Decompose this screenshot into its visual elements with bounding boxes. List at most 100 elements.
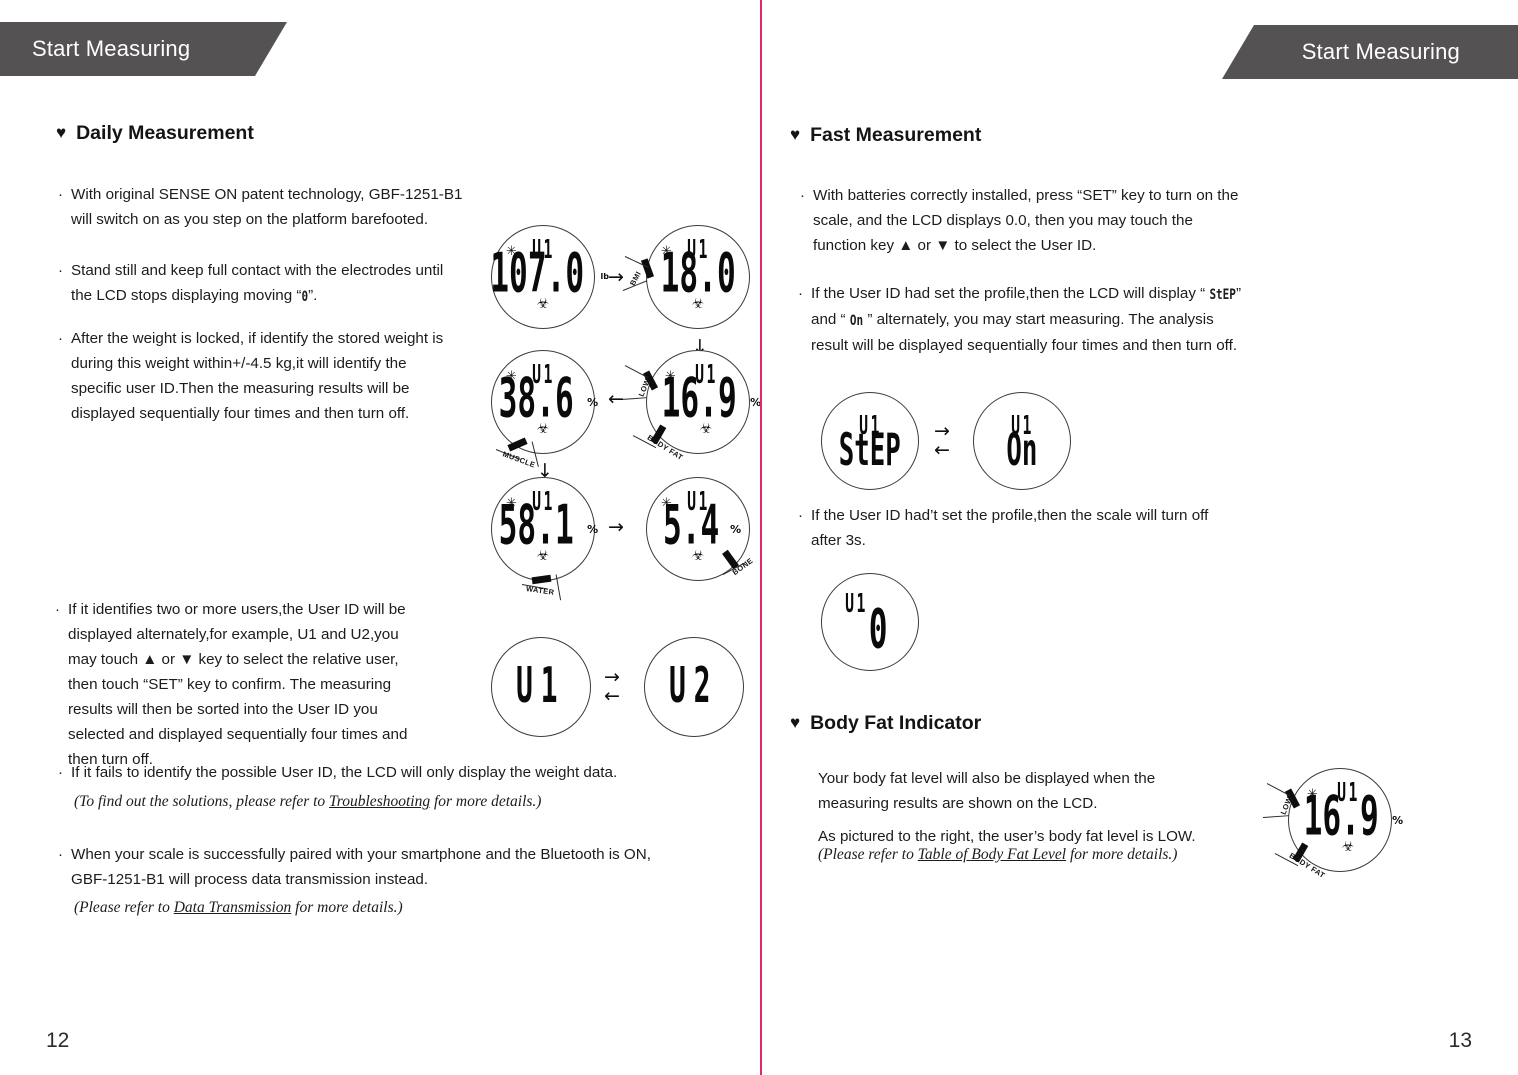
bullet-line: after 3s. <box>811 532 866 549</box>
bullet-line: then touch “SET” key to confirm. The mea… <box>68 676 392 693</box>
reference-pre: (To find out the solutions, please refer… <box>74 793 330 810</box>
bullet-profile-set: · If the User ID had set the profile,the… <box>798 281 1328 358</box>
bullet-text-pre: the LCD stops displaying moving “ <box>71 287 302 304</box>
ring-leader-low-2 <box>620 397 647 401</box>
section-title-daily-measurement: Daily Measurement <box>76 122 254 144</box>
lcd-content: U1 <box>492 638 590 736</box>
lcd-content: ✳ U1 18.0 ☣ <box>647 226 749 328</box>
lcd-display-step: U1 StEP <box>821 392 919 490</box>
reference-data-transmission: (Please refer to Data Transmission for m… <box>74 896 403 920</box>
lcd-value: 0 <box>869 599 889 662</box>
bullet-marker: · <box>798 507 803 524</box>
bullet-line: If it identifies two or more users,the U… <box>68 601 406 618</box>
arrow-left-icon: ← <box>934 439 950 462</box>
section-title-fast-measurement: Fast Measurement <box>810 124 982 146</box>
lcd-value: 16.9 <box>661 368 737 431</box>
bullet-line: will switch on as you step on the platfo… <box>71 211 429 228</box>
bullet-profile-not-set: · If the User ID had’t set the profile,t… <box>798 503 1328 553</box>
bullet-two-or-more-users: · If it identifies two or more users,the… <box>55 597 475 772</box>
bullet-line: After the weight is locked, if identify … <box>71 330 444 347</box>
section-daily-measurement: ♥ Daily Measurement <box>56 122 254 145</box>
reference-body-fat-table: (Please refer to Table of Body Fat Level… <box>818 843 1177 867</box>
reference-pre: (Please refer to <box>74 899 174 916</box>
reference-link[interactable]: Table of Body Fat Level <box>918 846 1066 863</box>
arrow-left-icon: ← <box>608 388 624 410</box>
lcd-display-user-2: U2 <box>644 637 744 737</box>
ring-label-bmi: BMI <box>627 269 643 288</box>
lcd-value-row: 58.1 % <box>488 499 599 553</box>
lcd-content: U1 0 <box>822 574 918 670</box>
tab-start-measuring-right: Start Measuring <box>1222 25 1518 79</box>
lcd-unit: % <box>587 523 599 537</box>
lcd-content: ✳ U1 107.0 lb ☣ <box>490 226 609 328</box>
lcd-glyph-step: StEP <box>1209 286 1236 303</box>
reference-post: for more details.) <box>291 899 403 916</box>
arrow-bidirectional: → ← <box>604 666 620 708</box>
lcd-display-body-fat: ✳ U1 16.9 % ☣ LOW BODY FAT <box>620 350 761 462</box>
lcd-value-row: 18.0 <box>650 247 746 301</box>
lcd-user-id: U1 <box>844 588 868 619</box>
section-title-body-fat-indicator: Body Fat Indicator <box>810 712 982 734</box>
reference-link[interactable]: Data Transmission <box>174 899 292 916</box>
ring-tick-water <box>531 574 552 585</box>
lcd-display-water: ✳ U1 58.1 % ☣ WATER <box>491 477 598 601</box>
bullet-marker: · <box>55 601 60 618</box>
lcd-display-bmi: ✳ U1 18.0 ☣ BMI <box>622 225 750 329</box>
lcd-content: ✳ U1 16.9 % ☣ <box>647 351 761 453</box>
lcd-display-weight: ✳ U1 107.0 lb ☣ <box>490 225 609 329</box>
lcd-content: ✳ U1 38.6 % ☣ <box>492 351 598 453</box>
bullet-marker: · <box>798 285 803 302</box>
lcd-user-value: U1 <box>516 658 566 715</box>
bullet-marker: · <box>58 262 63 279</box>
body-fat-description: Your body fat level will also be display… <box>818 766 1318 849</box>
bullet-batteries-installed: · With batteries correctly installed, pr… <box>800 183 1330 258</box>
bullet-line: specific user ID.Then the measuring resu… <box>71 380 410 397</box>
lcd-content: ✳ U1 16.9 % ☣ <box>1289 769 1403 871</box>
lcd-value: 58.1 <box>498 495 574 558</box>
bullet-marker: · <box>58 764 63 781</box>
bullet-marker: · <box>58 186 63 203</box>
reference-post: for more details.) <box>1066 846 1178 863</box>
section-fast-measurement: ♥ Fast Measurement <box>790 124 981 147</box>
reference-pre: (Please refer to <box>818 846 918 863</box>
lcd-content: ✳ U1 58.1 % ☣ <box>492 478 598 580</box>
lcd-unit: % <box>587 396 599 410</box>
lcd-display-muscle: ✳ U1 38.6 % ☣ MUSCLE <box>491 350 598 470</box>
lcd-content: U1 On <box>974 393 1070 489</box>
bullet-line: With original SENSE ON patent technology… <box>71 186 463 203</box>
lcd-value: StEP <box>838 423 901 477</box>
arrow-bidirectional: → ← <box>934 421 950 462</box>
bullet-marker: · <box>800 187 805 204</box>
bullet-sense-on: · With original SENSE ON patent technolo… <box>58 182 528 232</box>
bullet-line: may touch ▲ or ▼ key to select the relat… <box>68 651 399 668</box>
tab-start-measuring-left: Start Measuring <box>0 22 287 76</box>
page-left: Start Measuring ♥ Daily Measurement · Wi… <box>0 0 761 1075</box>
lcd-value-row: 16.9 % <box>1293 790 1404 844</box>
lcd-display-bone: ✳ U1 5.4 % ☣ BONE <box>646 477 755 581</box>
bullet-line: during this weight within+/-4.5 kg,it wi… <box>71 355 407 372</box>
arrow-left-icon: ← <box>604 685 620 708</box>
bullet-line: When your scale is successfully paired w… <box>71 846 651 863</box>
reference-link[interactable]: Troubleshooting <box>329 793 430 810</box>
bullet-stand-still: · Stand still and keep full contact with… <box>58 258 518 309</box>
section-body-fat-indicator: ♥ Body Fat Indicator <box>790 712 981 735</box>
tab-label-right: Start Measuring <box>1301 39 1460 64</box>
bullet-line: results will then be sorted into the Use… <box>68 701 378 718</box>
bullet-line: If it fails to identify the possible Use… <box>71 764 618 781</box>
lcd-value: 107.0 <box>490 243 585 306</box>
lcd-value-row: 38.6 % <box>488 372 599 426</box>
bullet-line: displayed sequentially four times and th… <box>71 405 410 422</box>
page-number-left: 12 <box>46 1029 70 1052</box>
lcd-value-row: 107.0 lb <box>477 247 609 301</box>
lcd-glyph-zero: 0 <box>301 288 309 305</box>
lcd-unit: % <box>1392 814 1404 828</box>
arrow-right-icon: → <box>604 666 620 688</box>
bullet-line: If the User ID had set the profile,then … <box>798 281 1328 307</box>
ring-label-water: WATER <box>525 584 556 597</box>
lcd-content: U2 <box>645 638 743 736</box>
bullet-line: and “ On ” alternately, you may start me… <box>798 307 1328 333</box>
lcd-display-zero: U1 0 <box>821 573 919 671</box>
bullet-marker: · <box>58 846 63 863</box>
bullet-line: selected and displayed sequentially four… <box>68 726 408 743</box>
bullet-line: result will be displayed sequentially fo… <box>811 337 1238 354</box>
